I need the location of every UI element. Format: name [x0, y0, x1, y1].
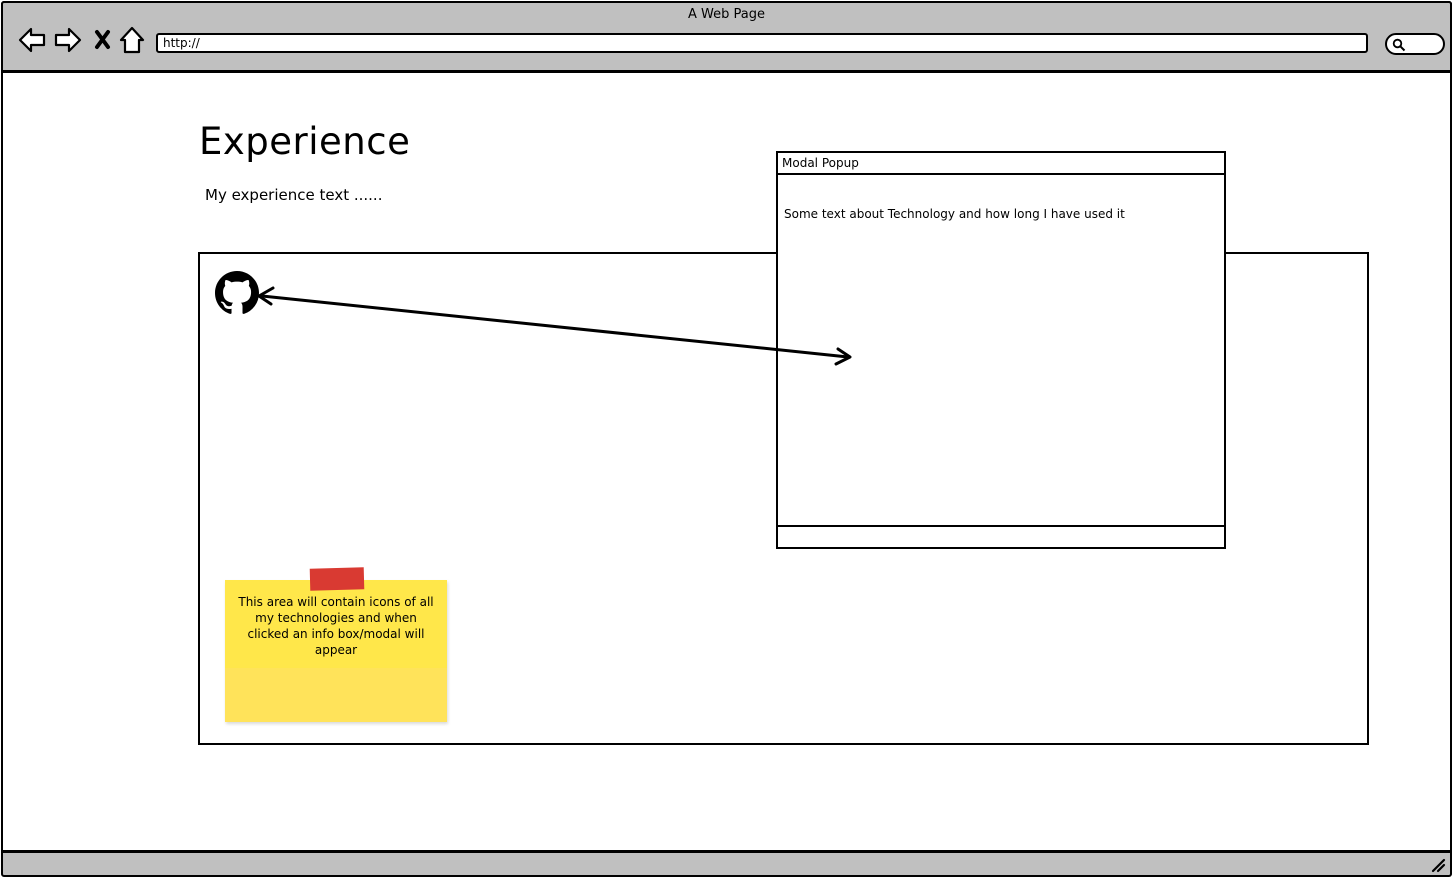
- page-title: Experience: [199, 120, 411, 163]
- home-icon[interactable]: [117, 25, 147, 55]
- search-icon: [1392, 38, 1406, 52]
- search-box[interactable]: [1385, 33, 1445, 55]
- experience-text: My experience text ......: [205, 186, 383, 204]
- resize-grip-icon[interactable]: [1430, 857, 1446, 873]
- modal-footer: [778, 525, 1224, 547]
- modal-popup: Modal Popup Some text about Technology a…: [776, 151, 1226, 549]
- sticky-note: This area will contain icons of all my t…: [225, 567, 447, 722]
- window-title: A Web Page: [688, 7, 765, 22]
- sticky-note-shade: [225, 668, 447, 722]
- forward-icon[interactable]: [53, 25, 83, 55]
- modal-body-text: Some text about Technology and how long …: [784, 207, 1125, 221]
- github-icon[interactable]: [215, 271, 259, 315]
- modal-title: Modal Popup: [778, 153, 1224, 175]
- status-bar: [1, 850, 1452, 877]
- back-icon[interactable]: [17, 25, 47, 55]
- sticky-tape: [309, 567, 365, 591]
- browser-toolbar: A Web Page http://: [1, 1, 1452, 73]
- sticky-note-text: This area will contain icons of all my t…: [238, 595, 434, 657]
- url-input[interactable]: http://: [156, 33, 1368, 53]
